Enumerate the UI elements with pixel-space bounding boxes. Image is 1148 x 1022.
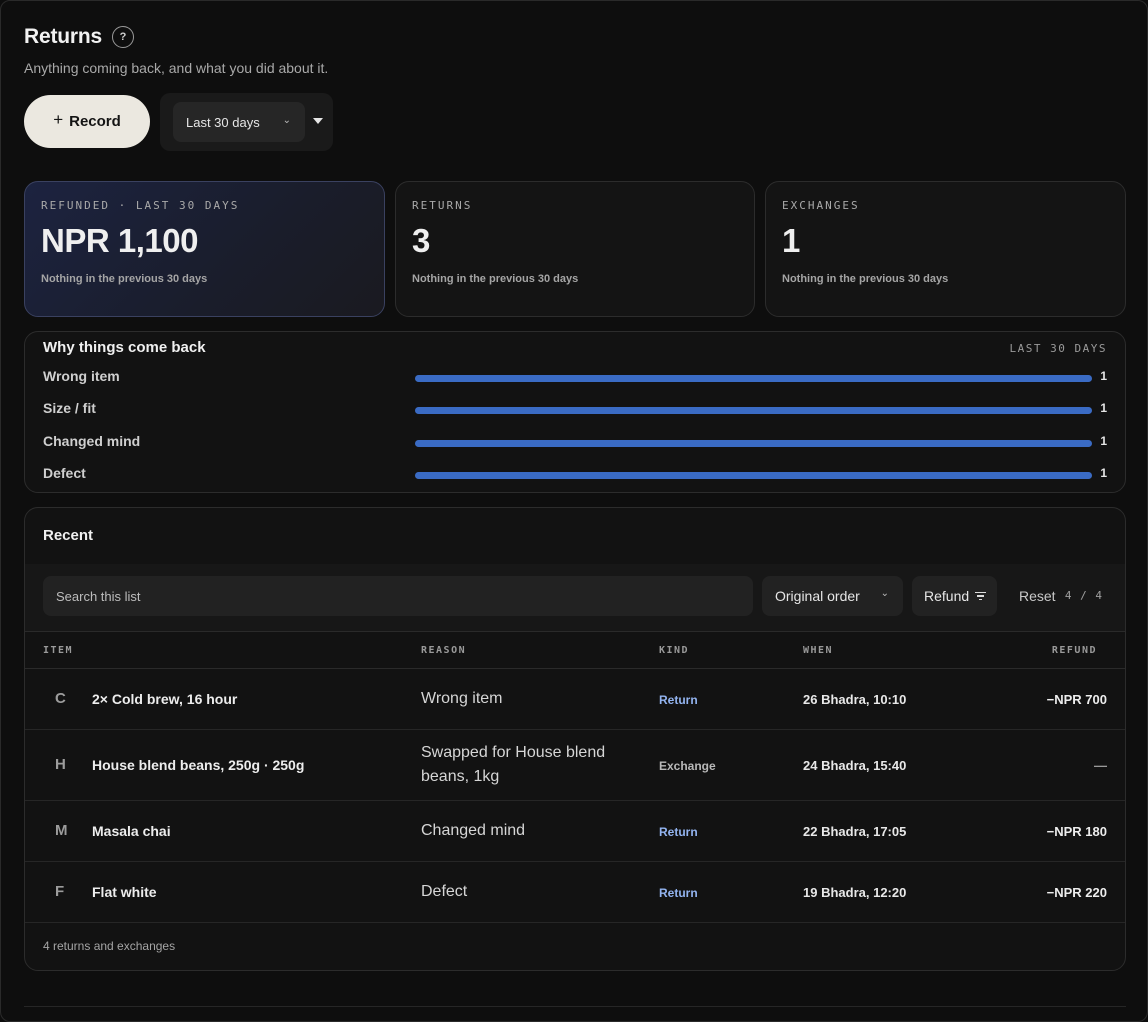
record-button-label: Record	[69, 113, 121, 130]
reason-cell: Swapped for House blend beans, 1kg	[421, 744, 606, 785]
reason-bar-track	[415, 407, 1092, 414]
reasons-range: LAST 30 DAYS	[1009, 342, 1107, 355]
table-toolbar: Original order ⌄ Refund Reset 4 / 4	[25, 564, 1125, 632]
reason-label: Changed mind	[43, 433, 141, 449]
reason-count: 1	[1100, 434, 1107, 448]
stat-note: Nothing in the previous 30 days	[782, 273, 949, 285]
stat-card-returns: RETURNS 3 Nothing in the previous 30 day…	[395, 181, 755, 317]
column-header-item[interactable]: ITEM	[43, 645, 73, 656]
stat-note: Nothing in the previous 30 days	[412, 273, 579, 285]
reason-row-size-fit: Size / fit 1	[43, 400, 1107, 420]
search-input[interactable]	[43, 576, 753, 616]
page-title: Returns	[24, 25, 102, 48]
item-name: House blend beans, 250g · 250g	[92, 757, 305, 773]
returns-page: Returns ? Anything coming back, and what…	[0, 0, 1148, 1022]
column-header-refund[interactable]: REFUND	[1052, 645, 1097, 656]
date-range-label: Last 30 days	[186, 114, 260, 130]
refund-cell: −NPR 220	[1046, 885, 1107, 900]
recent-title: Recent	[43, 527, 94, 544]
when-cell: 22 Bhadra, 17:05	[803, 824, 907, 839]
order-select-label: Original order	[775, 588, 860, 604]
refund-cell: −NPR 700	[1046, 692, 1107, 707]
table-header: ITEM REASON KIND WHEN REFUND	[25, 632, 1125, 669]
reason-bar-track	[415, 440, 1092, 447]
table-row[interactable]: M Masala chai Changed mind Return 22 Bha…	[25, 801, 1125, 862]
reasons-panel: Why things come back LAST 30 DAYS Wrong …	[24, 331, 1126, 493]
kind-badge: Return	[659, 825, 698, 839]
item-initial: F	[55, 883, 65, 900]
chevron-down-icon: ⌄	[880, 588, 889, 599]
reason-bar	[415, 472, 1092, 479]
reason-bar-track	[415, 472, 1092, 479]
reason-count: 1	[1100, 466, 1107, 480]
table-row[interactable]: H House blend beans, 250g · 250g Swapped…	[25, 730, 1125, 801]
reason-cell: Changed mind	[421, 822, 526, 839]
chevron-down-icon: ⌄	[282, 115, 291, 126]
stat-note: Nothing in the previous 30 days	[41, 273, 208, 285]
reason-bar	[415, 407, 1092, 414]
refund-cell: −NPR 180	[1046, 824, 1107, 839]
reason-count: 1	[1100, 401, 1107, 415]
reason-cell: Defect	[421, 883, 468, 900]
table-row[interactable]: C 2× Cold brew, 16 hour Wrong item Retur…	[25, 669, 1125, 730]
table-row[interactable]: F Flat white Defect Return 19 Bhadra, 12…	[25, 862, 1125, 923]
kind-badge: Exchange	[659, 759, 716, 773]
item-name: Masala chai	[92, 823, 171, 839]
column-header-when[interactable]: WHEN	[803, 645, 833, 656]
kind-badge: Return	[659, 693, 698, 707]
reason-label: Wrong item	[43, 368, 120, 384]
reason-bar	[415, 375, 1092, 382]
recent-panel: Recent Original order ⌄ Refund Reset 4 /…	[24, 507, 1126, 971]
column-header-kind[interactable]: KIND	[659, 645, 689, 656]
item-initial: C	[55, 690, 66, 707]
help-icon[interactable]: ?	[111, 26, 134, 48]
when-cell: 19 Bhadra, 12:20	[803, 885, 907, 900]
reasons-title: Why things come back	[43, 339, 206, 356]
when-cell: 26 Bhadra, 10:10	[803, 692, 907, 707]
page-subtitle: Anything coming back, and what you did a…	[24, 60, 329, 76]
reason-label: Defect	[43, 465, 86, 481]
item-name: 2× Cold brew, 16 hour	[92, 691, 238, 707]
stat-label: REFUNDED · LAST 30 DAYS	[41, 199, 240, 212]
caret-down-icon[interactable]	[313, 118, 323, 124]
refund-cell: —	[1094, 758, 1107, 773]
reason-row-changed-mind: Changed mind 1	[43, 433, 1107, 453]
reason-bar-track	[415, 375, 1092, 382]
filter-icon	[975, 591, 987, 601]
record-button[interactable]: + Record	[24, 95, 150, 148]
when-cell: 24 Bhadra, 15:40	[803, 758, 907, 773]
plus-icon: +	[53, 110, 64, 129]
stat-card-refunded: REFUNDED · LAST 30 DAYS NPR 1,100 Nothin…	[24, 181, 385, 317]
date-range-select[interactable]: Last 30 days ⌄	[173, 102, 305, 142]
reset-button[interactable]: Reset	[1019, 588, 1056, 604]
item-initial: M	[55, 822, 68, 839]
stat-label: RETURNS	[412, 199, 473, 212]
reason-cell: Wrong item	[421, 690, 503, 707]
stat-value: NPR 1,100	[41, 222, 198, 259]
item-initial: H	[55, 756, 66, 773]
reason-row-defect: Defect 1	[43, 465, 1107, 485]
column-header-reason[interactable]: REASON	[421, 645, 466, 656]
reason-label: Size / fit	[43, 400, 96, 416]
stat-value: 1	[782, 222, 800, 259]
reason-bar	[415, 440, 1092, 447]
reason-count: 1	[1100, 369, 1107, 383]
reason-row-wrong-item: Wrong item 1	[43, 368, 1107, 388]
stat-value: 3	[412, 222, 430, 259]
stat-card-exchanges: EXCHANGES 1 Nothing in the previous 30 d…	[765, 181, 1126, 317]
divider	[24, 1006, 1126, 1007]
title-row: Returns ?	[24, 25, 134, 49]
table-footer-note: 4 returns and exchanges	[43, 939, 176, 953]
page-count: 4 / 4	[1064, 589, 1103, 602]
refund-filter-button[interactable]: Refund	[912, 576, 997, 616]
order-select[interactable]: Original order ⌄	[762, 576, 903, 616]
refund-filter-label: Refund	[924, 588, 970, 604]
item-name: Flat white	[92, 884, 157, 900]
kind-badge: Return	[659, 886, 698, 900]
date-range-control: Last 30 days ⌄	[160, 93, 333, 151]
stat-label: EXCHANGES	[782, 199, 860, 212]
